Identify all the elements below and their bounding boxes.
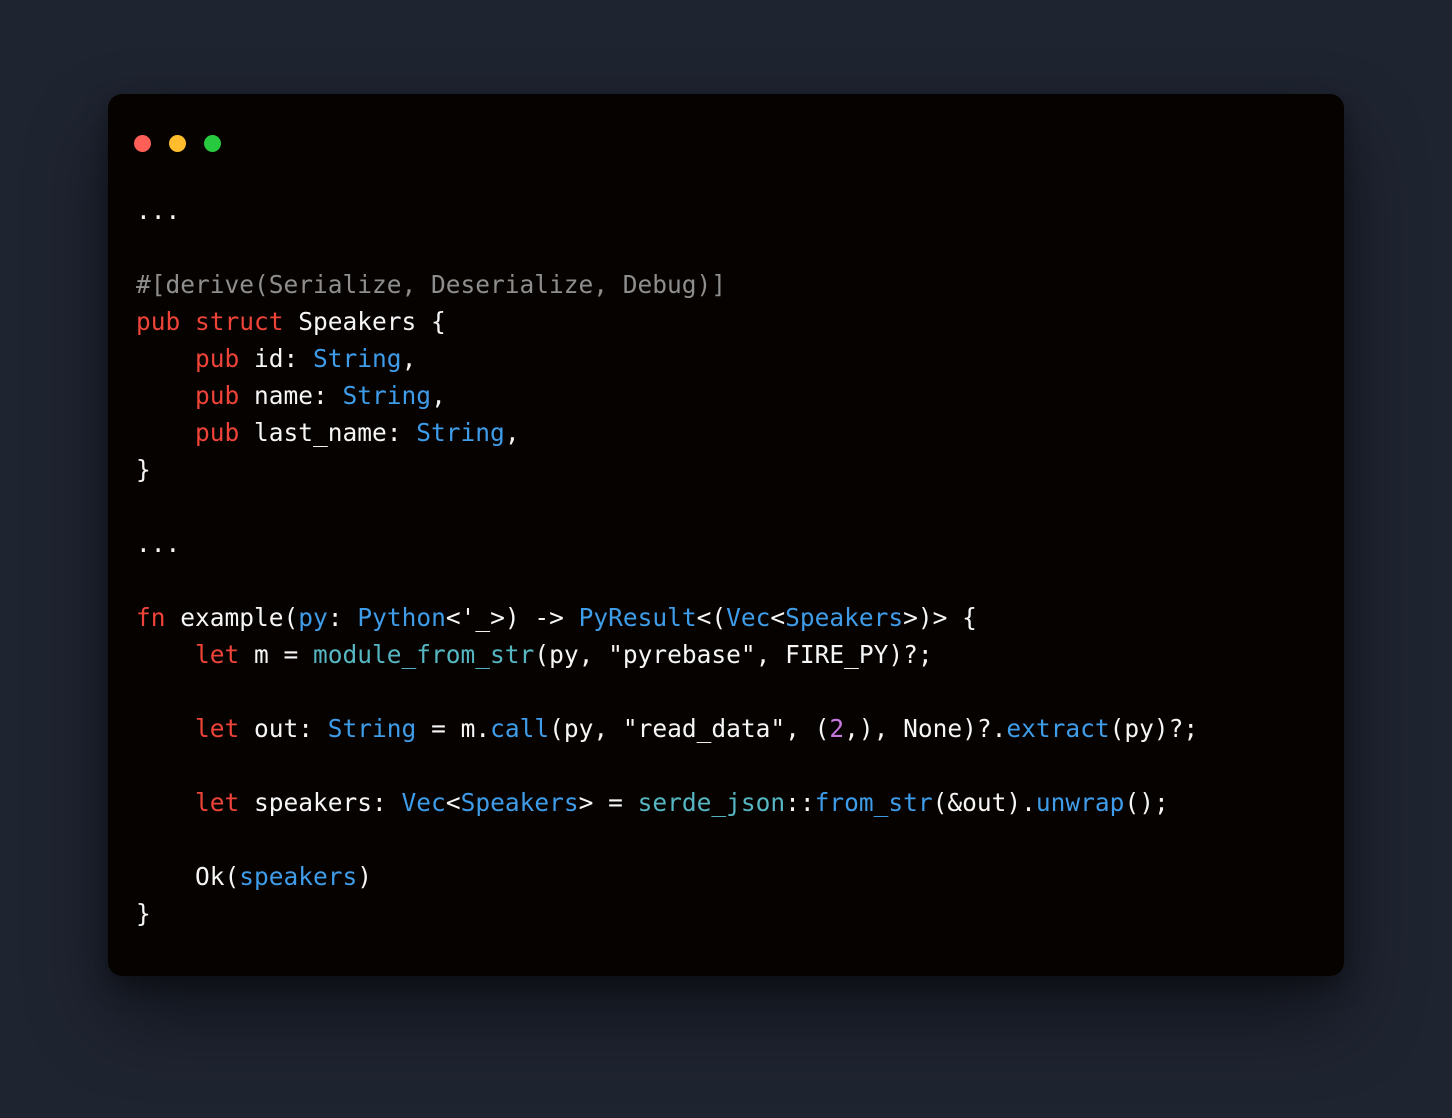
code-token: , (505, 418, 520, 447)
code-token (136, 344, 195, 373)
code-line: ... (136, 196, 180, 225)
code-line: fn example(py: Python<'_>) -> PyResult<(… (136, 603, 977, 632)
code-token: String (343, 381, 432, 410)
code-token: String (328, 714, 417, 743)
code-token: speakers (239, 862, 357, 891)
code-token: >)> { (903, 603, 977, 632)
minimize-icon[interactable] (169, 135, 186, 152)
code-token: speakers: (239, 788, 401, 817)
code-token: pub (195, 381, 239, 410)
code-line: pub id: String, (136, 344, 416, 373)
code-token: last_name: (239, 418, 416, 447)
code-token: (py, "read_data", ( (549, 714, 829, 743)
code-token: call (490, 714, 549, 743)
code-token: pub (195, 344, 239, 373)
code-token: example( (166, 603, 299, 632)
code-token: pub (195, 418, 239, 447)
code-token: from_str (815, 788, 933, 817)
code-token: = m. (416, 714, 490, 743)
code-token: Vec (726, 603, 770, 632)
code-line: pub last_name: String, (136, 418, 520, 447)
code-token: name: (239, 381, 342, 410)
code-token: , (402, 344, 417, 373)
code-block: ... #[derive(Serialize, Deserialize, Deb… (108, 152, 1344, 976)
close-icon[interactable] (134, 135, 151, 152)
code-token: } (136, 455, 151, 484)
code-token: Speakers { (284, 307, 446, 336)
code-token: , (431, 381, 446, 410)
code-token: Python (357, 603, 446, 632)
code-token: serde_json (638, 788, 786, 817)
code-token: struct (195, 307, 284, 336)
code-token: ... (136, 196, 180, 225)
code-token: Vec (402, 788, 446, 817)
code-line: } (136, 455, 151, 484)
code-line: ... (136, 529, 180, 558)
code-token: String (313, 344, 402, 373)
code-line: #[derive(Serialize, Deserialize, Debug)] (136, 270, 726, 299)
code-token: PyResult (579, 603, 697, 632)
code-token (180, 307, 195, 336)
code-token: unwrap (1036, 788, 1125, 817)
code-token: :: (785, 788, 815, 817)
stage: ... #[derive(Serialize, Deserialize, Deb… (0, 0, 1452, 1118)
code-token: (&out). (933, 788, 1036, 817)
code-token: (); (1124, 788, 1168, 817)
code-token: out: (239, 714, 328, 743)
code-token: ... (136, 529, 180, 558)
code-window: ... #[derive(Serialize, Deserialize, Deb… (108, 94, 1344, 976)
code-token: Speakers (461, 788, 579, 817)
code-token (136, 418, 195, 447)
code-token: } (136, 899, 151, 928)
traffic-lights (134, 135, 221, 152)
code-token: let (195, 788, 239, 817)
code-token: fn (136, 603, 166, 632)
code-token (136, 381, 195, 410)
code-line: Ok(speakers) (136, 862, 372, 891)
code-token: Speakers (785, 603, 903, 632)
code-token: < (770, 603, 785, 632)
code-token: py (298, 603, 328, 632)
code-token: pub (136, 307, 180, 336)
code-token: ) (357, 862, 372, 891)
code-token: < (446, 788, 461, 817)
code-token: m = (239, 640, 313, 669)
code-line: let out: String = m.call(py, "read_data"… (136, 714, 1198, 743)
code-token: Ok( (136, 862, 239, 891)
code-token (136, 788, 195, 817)
zoom-icon[interactable] (204, 135, 221, 152)
code-token: (py)?; (1110, 714, 1199, 743)
code-line: let m = module_from_str(py, "pyrebase", … (136, 640, 933, 669)
code-token: > = (579, 788, 638, 817)
code-token: 2 (829, 714, 844, 743)
code-token: String (416, 418, 505, 447)
code-token: (py, "pyrebase", FIRE_PY)?; (534, 640, 932, 669)
code-line: } (136, 899, 151, 928)
code-token (136, 714, 195, 743)
code-token: : (328, 603, 358, 632)
code-token: ,), None)?. (844, 714, 1006, 743)
code-token: id: (239, 344, 313, 373)
code-token (136, 640, 195, 669)
code-line: let speakers: Vec<Speakers> = serde_json… (136, 788, 1169, 817)
code-token: <'_>) -> (446, 603, 579, 632)
code-token: extract (1006, 714, 1109, 743)
code-line: pub name: String, (136, 381, 446, 410)
code-token: <( (697, 603, 727, 632)
code-token: #[derive(Serialize, Deserialize, Debug)] (136, 270, 726, 299)
code-line: pub struct Speakers { (136, 307, 446, 336)
code-token: let (195, 714, 239, 743)
code-token: let (195, 640, 239, 669)
window-titlebar (108, 94, 1344, 152)
code-token: module_from_str (313, 640, 534, 669)
